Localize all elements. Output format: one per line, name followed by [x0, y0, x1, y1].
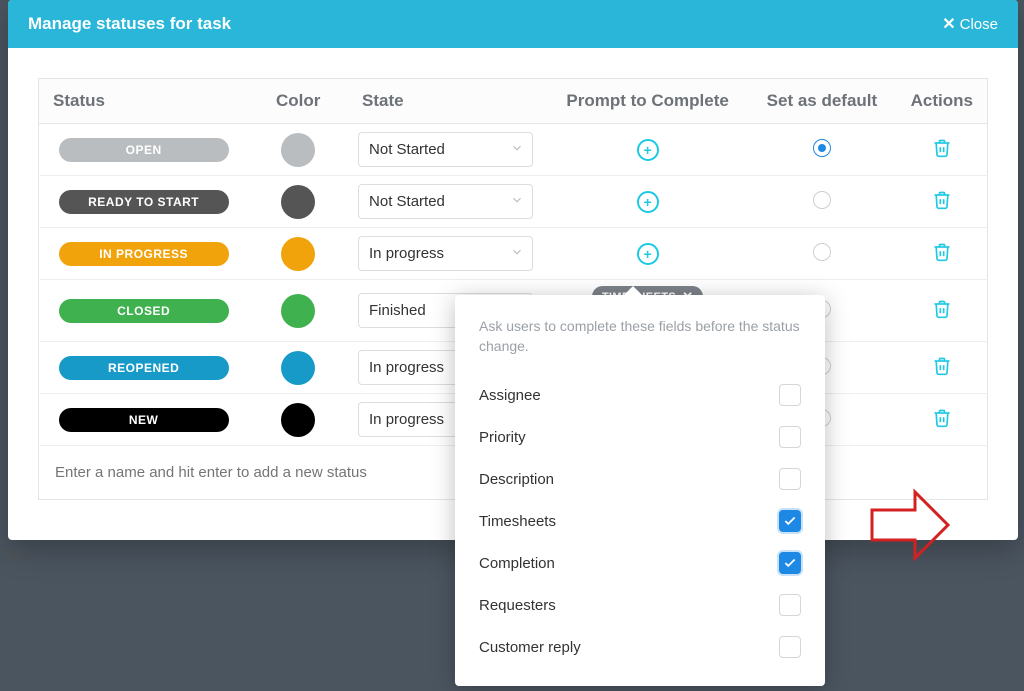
delete-button[interactable] [932, 408, 952, 428]
annotation-arrow [860, 480, 950, 575]
status-pill[interactable]: NEW [59, 408, 229, 432]
col-header-prompt: Prompt to Complete [548, 79, 747, 124]
check-icon [783, 514, 797, 528]
default-radio[interactable] [813, 191, 831, 209]
popover-field-row: Description [479, 458, 801, 500]
status-pill[interactable]: REOPENED [59, 356, 229, 380]
color-swatch[interactable] [281, 133, 315, 167]
color-swatch[interactable] [281, 294, 315, 328]
trash-icon [932, 138, 952, 158]
default-radio[interactable] [813, 243, 831, 261]
col-header-color: Color [248, 79, 348, 124]
col-header-default: Set as default [747, 79, 896, 124]
close-icon: ✕ [942, 14, 955, 34]
popover-field-checkbox[interactable] [779, 636, 801, 658]
popover-field-checkbox[interactable] [779, 552, 801, 574]
close-button[interactable]: ✕ Close [942, 14, 998, 34]
default-radio[interactable] [813, 139, 831, 157]
prompt-to-complete-popover: Ask users to complete these fields befor… [455, 295, 825, 686]
background-text-fragment: atus [0, 545, 30, 561]
color-swatch[interactable] [281, 403, 315, 437]
modal-header: Manage statuses for task ✕ Close [8, 0, 1018, 48]
popover-field-row: Priority [479, 416, 801, 458]
delete-button[interactable] [932, 190, 952, 210]
table-row: OPEN Not Started + [39, 124, 988, 176]
add-prompt-button[interactable]: + [637, 139, 659, 161]
modal-title: Manage statuses for task [28, 14, 231, 34]
table-row: IN PROGRESS In progress + [39, 228, 988, 280]
state-select-label: In progress [369, 245, 444, 262]
chevron-down-icon [510, 245, 524, 263]
color-swatch[interactable] [281, 185, 315, 219]
state-select[interactable]: In progress [358, 236, 533, 271]
state-select-label: Not Started [369, 193, 445, 210]
popover-field-checkbox[interactable] [779, 384, 801, 406]
popover-field-row: Customer reply [479, 626, 801, 668]
status-pill[interactable]: CLOSED [59, 299, 229, 323]
trash-icon [932, 190, 952, 210]
state-select-label: Finished [369, 302, 426, 319]
status-pill[interactable]: OPEN [59, 138, 229, 162]
status-pill[interactable]: IN PROGRESS [59, 242, 229, 266]
add-prompt-button[interactable]: + [637, 191, 659, 213]
delete-button[interactable] [932, 299, 952, 319]
color-swatch[interactable] [281, 351, 315, 385]
col-header-actions: Actions [897, 79, 988, 124]
status-pill[interactable]: READY TO START [59, 190, 229, 214]
state-select-label: Not Started [369, 141, 445, 158]
popover-field-checkbox[interactable] [779, 510, 801, 532]
popover-field-row: Requesters [479, 584, 801, 626]
color-swatch[interactable] [281, 237, 315, 271]
delete-button[interactable] [932, 356, 952, 376]
col-header-state: State [348, 79, 548, 124]
col-header-status: Status [39, 79, 249, 124]
popover-field-label: Requesters [479, 597, 556, 614]
chevron-down-icon [510, 193, 524, 211]
popover-field-checkbox[interactable] [779, 426, 801, 448]
popover-field-checkbox[interactable] [779, 594, 801, 616]
trash-icon [932, 408, 952, 428]
popover-field-label: Timesheets [479, 513, 556, 530]
check-icon [783, 556, 797, 570]
trash-icon [932, 356, 952, 376]
state-select-label: In progress [369, 411, 444, 428]
popover-field-label: Customer reply [479, 639, 581, 656]
delete-button[interactable] [932, 138, 952, 158]
popover-field-label: Completion [479, 555, 555, 572]
delete-button[interactable] [932, 242, 952, 262]
popover-field-label: Priority [479, 429, 526, 446]
state-select-label: In progress [369, 359, 444, 376]
table-row: READY TO START Not Started + [39, 176, 988, 228]
popover-field-row: Timesheets [479, 500, 801, 542]
state-select[interactable]: Not Started [358, 132, 533, 167]
state-select[interactable]: Not Started [358, 184, 533, 219]
popover-title: Ask users to complete these fields befor… [479, 317, 801, 356]
close-label: Close [960, 16, 998, 33]
popover-field-row: Completion [479, 542, 801, 584]
trash-icon [932, 299, 952, 319]
popover-field-label: Description [479, 471, 554, 488]
add-prompt-button[interactable]: + [637, 243, 659, 265]
popover-field-row: Assignee [479, 374, 801, 416]
popover-field-checkbox[interactable] [779, 468, 801, 490]
popover-field-label: Assignee [479, 387, 541, 404]
trash-icon [932, 242, 952, 262]
chevron-down-icon [510, 141, 524, 159]
